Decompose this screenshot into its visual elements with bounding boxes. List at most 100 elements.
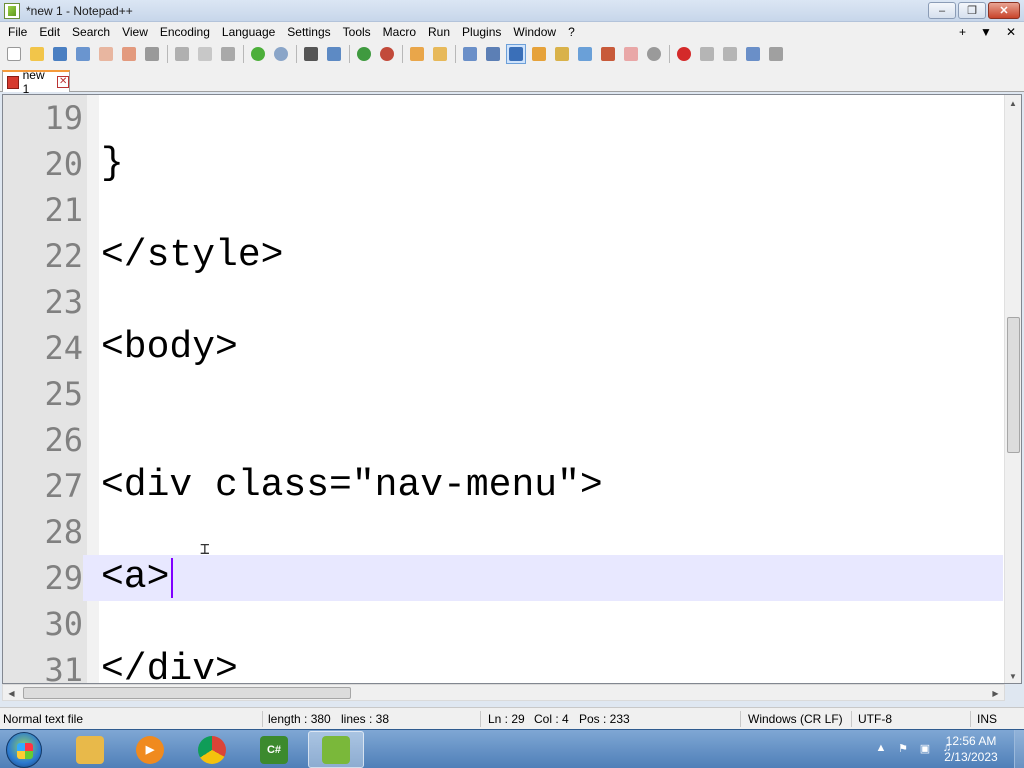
- new-tab-plus-icon[interactable]: +: [959, 22, 966, 42]
- tab-close-icon[interactable]: ✕: [57, 76, 69, 88]
- menu-view[interactable]: View: [116, 22, 154, 42]
- editor[interactable]: 19 20 } 21 22 </style> 23 24 <body> 25 2…: [2, 94, 1022, 684]
- taskbar-file-explorer[interactable]: [62, 731, 118, 768]
- folder-workspace-icon: [624, 47, 638, 61]
- menu-encoding[interactable]: Encoding: [154, 22, 216, 42]
- record-macro-button[interactable]: [674, 44, 694, 64]
- play-macro-button[interactable]: [720, 44, 740, 64]
- pilcrow-icon: [486, 47, 500, 61]
- show-desktop-button[interactable]: [1014, 730, 1024, 768]
- user-defined-language-button[interactable]: [529, 44, 549, 64]
- taskbar-media-player[interactable]: ▶: [122, 731, 178, 768]
- clock-time: 12:56 AM: [945, 734, 997, 748]
- menu-settings[interactable]: Settings: [281, 22, 336, 42]
- new-file-icon: [7, 47, 21, 61]
- save-all-button[interactable]: [73, 44, 93, 64]
- line-number: 22: [44, 237, 83, 275]
- scroll-right-arrow-icon[interactable]: ▶: [987, 685, 1004, 701]
- scroll-down-arrow-icon[interactable]: ▼: [1005, 668, 1021, 683]
- tab-new-1[interactable]: new 1 ✕: [2, 68, 70, 96]
- stop-macro-button[interactable]: [697, 44, 717, 64]
- menu-help[interactable]: ?: [562, 22, 581, 42]
- status-eol-format[interactable]: Windows (CR LF): [748, 708, 843, 730]
- status-insert-mode[interactable]: INS: [977, 708, 997, 730]
- menu-macro[interactable]: Macro: [377, 22, 422, 42]
- horizontal-scroll-thumb[interactable]: [23, 687, 351, 699]
- media-player-icon: ▶: [136, 735, 164, 764]
- status-encoding[interactable]: UTF-8: [858, 708, 892, 730]
- sync-horizontal-button[interactable]: [430, 44, 450, 64]
- doc-map-button[interactable]: [552, 44, 572, 64]
- zoom-out-button[interactable]: [377, 44, 397, 64]
- replace-button[interactable]: [324, 44, 344, 64]
- line-code: <a>: [101, 556, 170, 599]
- scroll-left-arrow-icon[interactable]: ◀: [3, 685, 20, 701]
- horizontal-scrollbar[interactable]: ◀ ▶: [2, 684, 1005, 701]
- status-bar: Normal text file length : 380 lines : 38…: [0, 707, 1024, 729]
- close-button[interactable]: ✕: [988, 2, 1020, 19]
- toolbar-separator: [349, 45, 350, 63]
- restore-button[interactable]: ❐: [958, 2, 986, 19]
- show-hidden-icons-icon[interactable]: ▲: [874, 740, 888, 756]
- new-file-button[interactable]: [4, 44, 24, 64]
- sync-vertical-button[interactable]: [407, 44, 427, 64]
- run-macro-multiple-button[interactable]: [743, 44, 763, 64]
- menu-bar: File Edit Search View Encoding Language …: [0, 22, 1024, 42]
- close-all-button[interactable]: [119, 44, 139, 64]
- undo-button[interactable]: [248, 44, 268, 64]
- menu-plugins[interactable]: Plugins: [456, 22, 507, 42]
- save-button[interactable]: [50, 44, 70, 64]
- scroll-up-arrow-icon[interactable]: ▲: [1005, 95, 1021, 112]
- taskbar-chrome[interactable]: [184, 731, 240, 768]
- system-clock[interactable]: 12:56 AM 2/13/2023: [936, 733, 1006, 765]
- notepadpp-app-icon: [4, 2, 20, 19]
- minimize-button[interactable]: ‒: [928, 2, 956, 19]
- print-button[interactable]: [142, 44, 162, 64]
- menu-edit[interactable]: Edit: [33, 22, 66, 42]
- line-number: 23: [44, 283, 83, 321]
- menu-search[interactable]: Search: [66, 22, 116, 42]
- menu-file[interactable]: File: [2, 22, 33, 42]
- line-number: 28: [44, 513, 83, 551]
- find-button[interactable]: [301, 44, 321, 64]
- cut-button[interactable]: [172, 44, 192, 64]
- play-icon: [723, 47, 737, 61]
- indent-guide-button[interactable]: [506, 44, 526, 64]
- close-file-button[interactable]: [96, 44, 116, 64]
- paste-button[interactable]: [218, 44, 238, 64]
- open-file-button[interactable]: [27, 44, 47, 64]
- vertical-scroll-thumb[interactable]: [1007, 317, 1020, 453]
- network-icon[interactable]: ▣: [918, 740, 932, 756]
- unsaved-document-icon: [7, 75, 19, 89]
- undo-icon: [251, 47, 265, 61]
- menu-run[interactable]: Run: [422, 22, 456, 42]
- scissors-icon: [175, 47, 189, 61]
- menu-window[interactable]: Window: [507, 22, 562, 42]
- taskbar-notepadpp[interactable]: [308, 731, 364, 768]
- start-button[interactable]: [6, 732, 42, 768]
- show-all-chars-button[interactable]: [483, 44, 503, 64]
- close-document-icon[interactable]: ✕: [1006, 22, 1016, 42]
- save-macro-button[interactable]: [766, 44, 786, 64]
- current-line: 29 <a>: [3, 555, 1003, 601]
- menu-tools[interactable]: Tools: [337, 22, 377, 42]
- udl-icon: [532, 47, 546, 61]
- taskbar-csharp-ide[interactable]: C#: [246, 731, 302, 768]
- action-center-flag-icon[interactable]: ⚑: [896, 740, 910, 756]
- word-wrap-button[interactable]: [460, 44, 480, 64]
- toolbar-separator: [243, 45, 244, 63]
- monitoring-button[interactable]: [644, 44, 664, 64]
- menu-language[interactable]: Language: [216, 22, 281, 42]
- doc-list-button[interactable]: [575, 44, 595, 64]
- redo-icon: [274, 47, 288, 61]
- copy-button[interactable]: [195, 44, 215, 64]
- line-number: 27: [44, 467, 83, 505]
- line-number: 29: [3, 555, 83, 601]
- function-list-button[interactable]: [598, 44, 618, 64]
- status-column: Col : 4: [534, 712, 569, 726]
- zoom-in-button[interactable]: [354, 44, 374, 64]
- tab-list-dropdown-icon[interactable]: ▼: [980, 22, 992, 42]
- redo-button[interactable]: [271, 44, 291, 64]
- vertical-scrollbar[interactable]: ▲ ▼: [1004, 95, 1021, 683]
- folder-workspace-button[interactable]: [621, 44, 641, 64]
